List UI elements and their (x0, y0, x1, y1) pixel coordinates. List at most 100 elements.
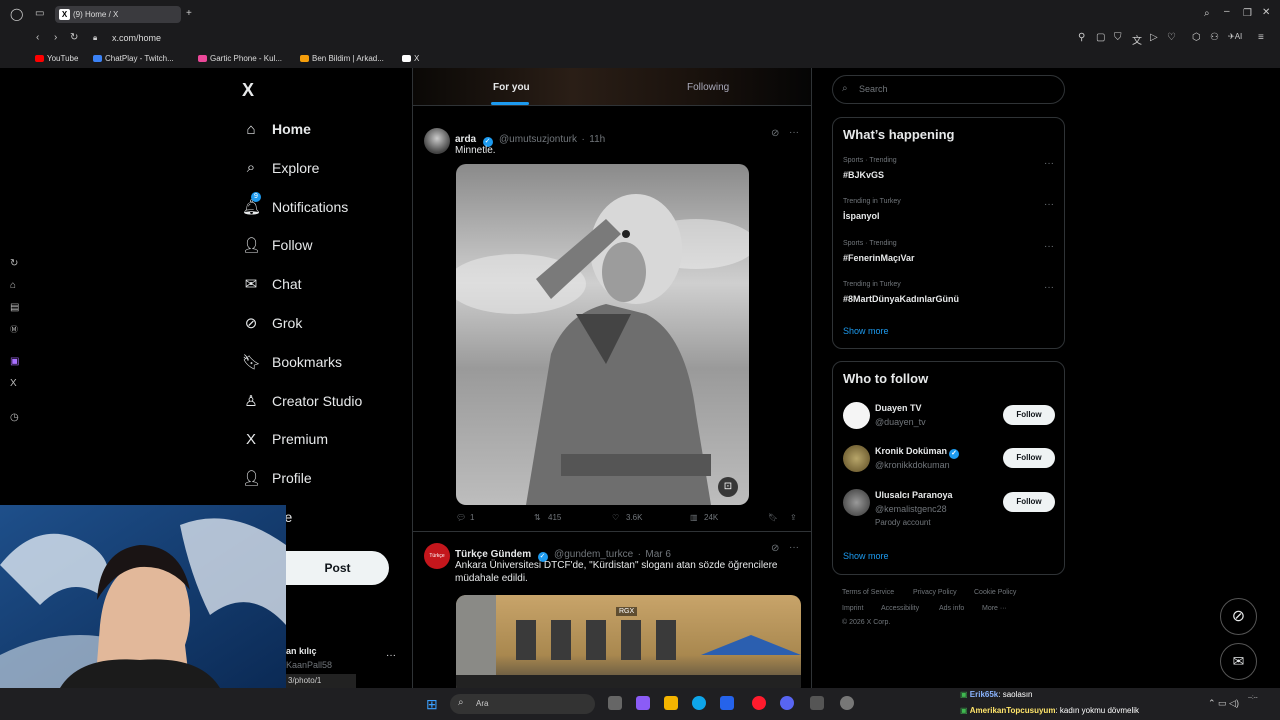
nav-item-chat[interactable]: ✉ Chat (242, 271, 302, 297)
repost-icon[interactable]: ⇅ (534, 513, 541, 522)
reply-icon[interactable]: 💬︎ (456, 513, 466, 522)
reload-icon[interactable]: ↻ (70, 32, 78, 43)
tray-icons[interactable]: ⌃ ▭ ◁) (1208, 698, 1239, 709)
trend-more-icon[interactable]: ··· (1044, 282, 1054, 293)
views-icon[interactable]: ▥ (690, 513, 698, 522)
nav-item-profile[interactable]: 👤︎ Profile (242, 465, 312, 491)
trend-name[interactable]: #FenerinMaçıVar (843, 253, 915, 263)
extensions-icon[interactable]: ⬡ (1192, 32, 1201, 43)
snapshot-icon[interactable]: ▢ (1096, 32, 1105, 43)
workspaces-icon[interactable]: ▭ (35, 8, 44, 19)
store-icon[interactable] (720, 696, 734, 710)
search-tabs-icon[interactable]: ⌕ (1204, 8, 1210, 19)
nav-item-creator-studio[interactable]: ♙ Creator Studio (242, 388, 362, 414)
minimize-icon[interactable]: – (1224, 6, 1230, 17)
url-field[interactable]: x.com/home (112, 33, 161, 43)
footer-link[interactable]: Ads info (939, 605, 964, 612)
history-icon[interactable]: ↻ (10, 258, 18, 269)
translate-icon[interactable]: 文 (1132, 32, 1142, 47)
tweet-author-handle[interactable]: @umutsuzjonturk (499, 134, 577, 145)
trend-name[interactable]: #BJKvGS (843, 170, 884, 180)
trend-name[interactable]: #8MartDünyaKadınlarGünü (843, 294, 959, 304)
back-icon[interactable]: ‹ (36, 32, 39, 43)
steam-icon[interactable] (810, 696, 824, 710)
grok-fab-icon[interactable]: ⊘ (1220, 598, 1257, 635)
bookmark-icon[interactable]: 🔖︎ (768, 513, 778, 522)
suggestion-name[interactable]: Ulusalcı Paranoya (875, 490, 953, 500)
tweet[interactable]: Türkçe Türkçe Gündem ✓ @gundem_turkce · … (413, 533, 811, 688)
taskbar-clock[interactable]: --:-- (1248, 694, 1258, 702)
tab-following[interactable]: Following (687, 82, 729, 93)
like-icon[interactable]: ♡ (612, 513, 619, 522)
footer-link[interactable]: Imprint (842, 605, 863, 612)
trend-more-icon[interactable]: ··· (1044, 158, 1054, 169)
trends-show-more-link[interactable]: Show more (843, 326, 889, 336)
tab-for-you[interactable]: For you (493, 82, 530, 93)
copilot-icon[interactable] (636, 696, 650, 710)
grok-explain-icon[interactable]: ⊘ (771, 543, 779, 554)
grok-explain-icon[interactable]: ⊘ (771, 128, 779, 139)
tweet-more-icon[interactable]: ··· (789, 542, 799, 553)
ai-icon[interactable]: ✈AI (1228, 32, 1242, 41)
close-icon[interactable]: ✕ (1262, 7, 1270, 18)
nav-item-premium[interactable]: X Premium (242, 426, 328, 452)
bookmark-0[interactable]: YouTube (35, 54, 78, 63)
twitch-icon[interactable]: ▣ (10, 356, 19, 367)
nav-item-notifications[interactable]: 🔔︎ 9 Notifications (242, 191, 348, 220)
aria-icon[interactable]: ⌂ (10, 280, 16, 291)
bookmark-1[interactable]: ChatPlay - Twitch... (93, 54, 174, 63)
post-button[interactable]: Post (286, 551, 389, 585)
grok-image-icon[interactable]: ⊡ (718, 477, 738, 497)
suggestion-name[interactable]: Kronik Doküman ✓ (875, 446, 961, 460)
tweet-photo[interactable]: ⊡ (456, 164, 749, 505)
nav-item-bookmarks[interactable]: 🔖︎ Bookmarks (242, 349, 342, 375)
follow-button[interactable]: Follow (1003, 405, 1055, 425)
suggestion-name[interactable]: Duayen TV (875, 403, 922, 413)
play-icon[interactable]: ▷ (1150, 32, 1158, 43)
nav-item-home[interactable]: ⌂ Home (242, 116, 310, 142)
nav-item-grok[interactable]: ⊘ Grok (242, 310, 303, 336)
tweet-more-icon[interactable]: ··· (789, 127, 799, 138)
tweet-time[interactable]: 11h (589, 134, 605, 145)
tweet-photo[interactable]: RGX (456, 595, 801, 688)
avatar[interactable] (843, 445, 870, 473)
shield-icon[interactable]: ⛉ (1114, 32, 1122, 43)
avatar[interactable] (843, 488, 870, 516)
footer-link[interactable]: Cookie Policy (974, 589, 1016, 596)
account-name[interactable]: an kılıç (286, 646, 317, 656)
nav-item-follow[interactable]: 👤︎ Follow (242, 232, 312, 258)
follow-show-more-link[interactable]: Show more (843, 551, 889, 561)
avatar[interactable] (843, 402, 870, 429)
edge-icon[interactable] (692, 696, 706, 710)
discord-icon[interactable] (780, 696, 794, 710)
avatar[interactable] (424, 128, 450, 154)
avatar[interactable]: Türkçe (424, 543, 450, 569)
follow-button[interactable]: Follow (1003, 448, 1055, 469)
x-logo[interactable]: X (242, 80, 254, 101)
trend-name[interactable]: İspanyol (843, 211, 880, 221)
wallet-icon[interactable]: ▤ (10, 302, 19, 313)
trend-more-icon[interactable]: ··· (1044, 241, 1054, 252)
windows-start-icon[interactable]: ⊞ (426, 696, 438, 713)
account-icon[interactable]: ⚇ (1210, 32, 1219, 43)
nav-item-explore[interactable]: ⌕ Explore (242, 155, 320, 181)
tweet[interactable]: arda ✓ @umutsuzjonturk · 11h ⊘ ··· Minne… (413, 118, 811, 532)
share-icon[interactable]: ⇪ (790, 513, 797, 522)
footer-link[interactable]: More ··· (982, 605, 1007, 612)
footer-link[interactable]: Terms of Service (842, 589, 894, 596)
pin-icon[interactable]: ⚲ (1078, 32, 1085, 43)
task-view-icon[interactable] (608, 696, 622, 710)
bookmark-4[interactable]: X (402, 54, 419, 63)
forward-icon[interactable]: › (54, 32, 57, 43)
taskbar-search-input[interactable]: Ara (450, 694, 595, 714)
search-input[interactable]: Search (832, 75, 1065, 104)
x-sidebar-icon[interactable]: X (10, 378, 17, 389)
messages-fab-icon[interactable]: ✉ (1220, 643, 1257, 680)
trend-more-icon[interactable]: ··· (1044, 199, 1054, 210)
file-explorer-icon[interactable] (664, 696, 678, 710)
new-tab-icon[interactable]: + (186, 8, 192, 19)
footer-link[interactable]: Accessibility (881, 605, 919, 612)
opera-logo-icon[interactable]: ◯ (10, 7, 23, 21)
m-icon[interactable]: Ⓜ (10, 324, 18, 335)
heart-icon[interactable]: ♡ (1167, 32, 1176, 43)
